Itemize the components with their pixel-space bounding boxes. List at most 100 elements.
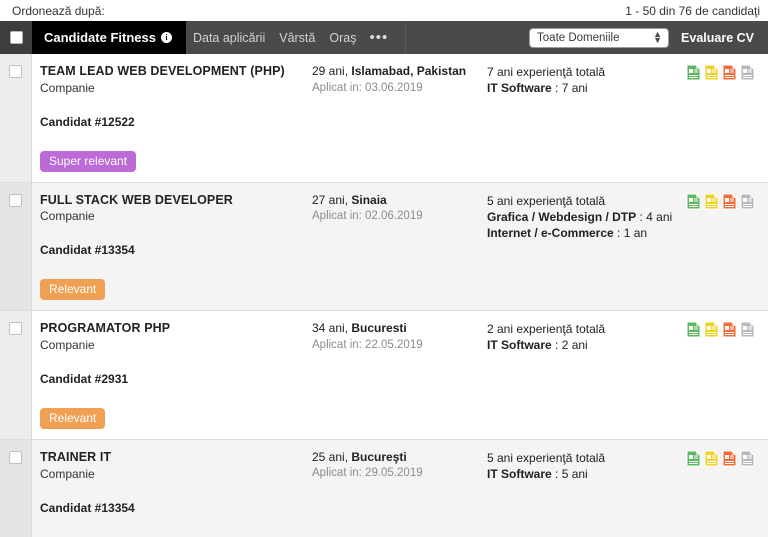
row-checkbox-cell[interactable] <box>0 54 32 182</box>
row-checkbox[interactable] <box>9 65 22 78</box>
doc-gray-icon[interactable] <box>740 321 755 343</box>
candidate-info-cell: 34 ani, Bucuresti Aplicat in: 22.05.2019 <box>312 311 487 439</box>
doc-green-icon[interactable] <box>686 321 701 343</box>
tab-candidate-fitness-label: Candidate Fitness <box>44 30 156 45</box>
select-all-checkbox[interactable] <box>9 31 23 44</box>
doc-orange-icon[interactable] <box>722 321 737 343</box>
doc-gray-icon[interactable] <box>740 193 755 215</box>
job-cell: FULL STACK WEB DEVELOPER Companie Candidat… <box>32 183 312 311</box>
cv-documents-cell <box>686 54 768 182</box>
sort-bar: Ordonează după: 1 - 50 din 76 de candida… <box>0 0 768 21</box>
company-name: Companie <box>40 337 95 352</box>
age-city: 29 ani, Islamabad, Pakistan <box>312 64 467 78</box>
row-checkbox[interactable] <box>9 450 22 464</box>
age-city: 27 ani, Sinaia <box>312 192 387 207</box>
doc-orange-icon[interactable] <box>722 193 737 215</box>
experience-domain: IT Software : 7 ani <box>487 81 588 96</box>
row-checkbox[interactable] <box>9 193 22 207</box>
tab-more-options[interactable]: ••• <box>363 21 395 54</box>
tab-varsta[interactable]: Vârstă <box>272 21 322 54</box>
cv-documents-cell <box>686 440 768 537</box>
doc-yellow-icon[interactable] <box>704 193 719 215</box>
cv-documents-cell <box>686 311 768 439</box>
doc-green-icon[interactable] <box>686 450 701 472</box>
table-header: Candidate Fitness i Data aplicării Vârst… <box>0 21 768 54</box>
applied-date: Aplicat in: 22.05.2019 <box>312 338 423 351</box>
company-name: Companie <box>40 466 95 481</box>
job-cell: PROGRAMATOR PHP Companie Candidat #2931 Rel… <box>32 311 312 439</box>
tab-varsta-label: Vârstă <box>279 30 316 45</box>
age-city: 25 ani, Bucureşti <box>312 449 407 464</box>
applied-date: Aplicat in: 03.06.2019 <box>312 81 423 94</box>
domain-select-value: Toate Domeniile <box>537 31 620 44</box>
table-row[interactable]: TEAM LEAD WEB DEVELOPMENT (PHP) Companie C… <box>0 54 768 183</box>
sort-tabs: Candidate Fitness i Data aplicării Vârst… <box>32 21 529 54</box>
tab-candidate-fitness[interactable]: Candidate Fitness i <box>32 21 186 54</box>
applied-date: Aplicat in: 02.06.2019 <box>312 210 423 223</box>
job-title[interactable]: TEAM LEAD WEB DEVELOPMENT (PHP) <box>40 64 304 80</box>
row-checkbox-cell[interactable] <box>0 311 32 439</box>
experience-total: 5 ani experienţă totală <box>487 450 606 465</box>
tab-oras[interactable]: Oraş <box>322 21 363 54</box>
doc-yellow-icon[interactable] <box>704 64 719 86</box>
job-title[interactable]: FULL STACK WEB DEVELOPER <box>40 193 304 209</box>
candidate-id[interactable]: Candidat #12522 <box>40 115 304 129</box>
table-row[interactable]: PROGRAMATOR PHP Companie Candidat #2931 Rel… <box>0 311 768 440</box>
row-checkbox-cell[interactable] <box>0 439 32 537</box>
company-name: Companie <box>40 80 95 95</box>
evaluare-cv-header[interactable]: Evaluare CV <box>681 21 768 54</box>
candidate-info-cell: 27 ani, Sinaia Aplicat in: 02.06.2019 <box>312 183 487 311</box>
row-checkbox[interactable] <box>9 322 22 336</box>
status-badge[interactable]: Super relevant <box>40 150 137 172</box>
job-cell: TRAINER IT Companie Candidat #13354 <box>32 440 312 537</box>
candidate-info-cell: 29 ani, Islamabad, Pakistan Aplicat in: 0… <box>312 54 487 182</box>
doc-yellow-icon[interactable] <box>704 321 719 343</box>
experience-cell: 5 ani experienţă totală Grafica / Webdesi… <box>487 183 686 311</box>
more-options-icon: ••• <box>369 29 389 46</box>
header-divider <box>405 21 529 54</box>
results-count: 1 - 50 din 76 de candidaţi <box>625 3 760 18</box>
info-icon[interactable]: i <box>160 32 172 43</box>
experience-domain: Internet / e-Commerce : 1 an <box>487 226 648 240</box>
experience-cell: 2 ani experienţă totală IT Software : 2 a… <box>487 311 686 439</box>
doc-green-icon[interactable] <box>686 193 701 215</box>
domain-filter-cell: Toate Domeniile ▲ ▼ <box>529 21 681 54</box>
candidate-id[interactable]: Candidat #13354 <box>40 243 304 257</box>
candidate-id[interactable]: Candidat #2931 <box>40 372 304 386</box>
table-row[interactable]: FULL STACK WEB DEVELOPER Companie Candidat… <box>0 182 768 312</box>
candidate-id[interactable]: Candidat #13354 <box>40 501 304 515</box>
table-row[interactable]: TRAINER IT Companie Candidat #13354 25 ani,… <box>0 439 768 537</box>
evaluare-cv-label: Evaluare CV <box>681 30 754 45</box>
doc-orange-icon[interactable] <box>722 450 737 472</box>
row-checkbox-cell[interactable] <box>0 182 32 311</box>
doc-gray-icon[interactable] <box>740 450 755 472</box>
tab-data-aplicarii-label: Data aplicării <box>192 30 266 45</box>
job-cell: TEAM LEAD WEB DEVELOPMENT (PHP) Companie C… <box>32 54 312 182</box>
doc-yellow-icon[interactable] <box>704 450 719 472</box>
experience-total: 2 ani experienţă totală <box>487 322 606 337</box>
applied-date: Aplicat in: 29.05.2019 <box>312 467 423 480</box>
cv-documents-cell <box>686 183 768 311</box>
doc-gray-icon[interactable] <box>740 64 755 86</box>
candidate-list: TEAM LEAD WEB DEVELOPMENT (PHP) Companie C… <box>0 54 768 537</box>
doc-green-icon[interactable] <box>686 64 701 86</box>
job-title[interactable]: TRAINER IT <box>40 450 304 466</box>
sort-by-label: Ordonează după: <box>12 3 105 18</box>
tab-data-aplicarii[interactable]: Data aplicării <box>186 21 272 54</box>
chevron-updown-icon[interactable]: ▲ ▼ <box>653 30 664 44</box>
select-all-cell[interactable] <box>0 21 32 54</box>
candidate-info-cell: 25 ani, Bucureşti Aplicat in: 29.05.2019 <box>312 440 487 537</box>
job-title[interactable]: PROGRAMATOR PHP <box>40 321 304 337</box>
experience-total: 7 ani experienţă totală <box>487 65 606 79</box>
experience-total: 5 ani experienţă totală <box>487 193 606 208</box>
status-badge[interactable]: Relevant <box>40 279 106 301</box>
company-name: Companie <box>40 209 95 224</box>
experience-domain: Grafica / Webdesign / DTP : 4 ani <box>487 209 673 224</box>
experience-cell: 5 ani experienţă totală IT Software : 5 a… <box>487 440 686 537</box>
tab-oras-label: Oraş <box>329 30 357 45</box>
domain-select[interactable]: Toate Domeniile ▲ ▼ <box>529 27 670 48</box>
experience-domain: IT Software : 5 ani <box>487 467 588 482</box>
doc-orange-icon[interactable] <box>722 64 737 86</box>
status-badge[interactable]: Relevant <box>40 407 106 429</box>
experience-cell: 7 ani experienţă totală IT Software : 7 a… <box>487 54 686 182</box>
